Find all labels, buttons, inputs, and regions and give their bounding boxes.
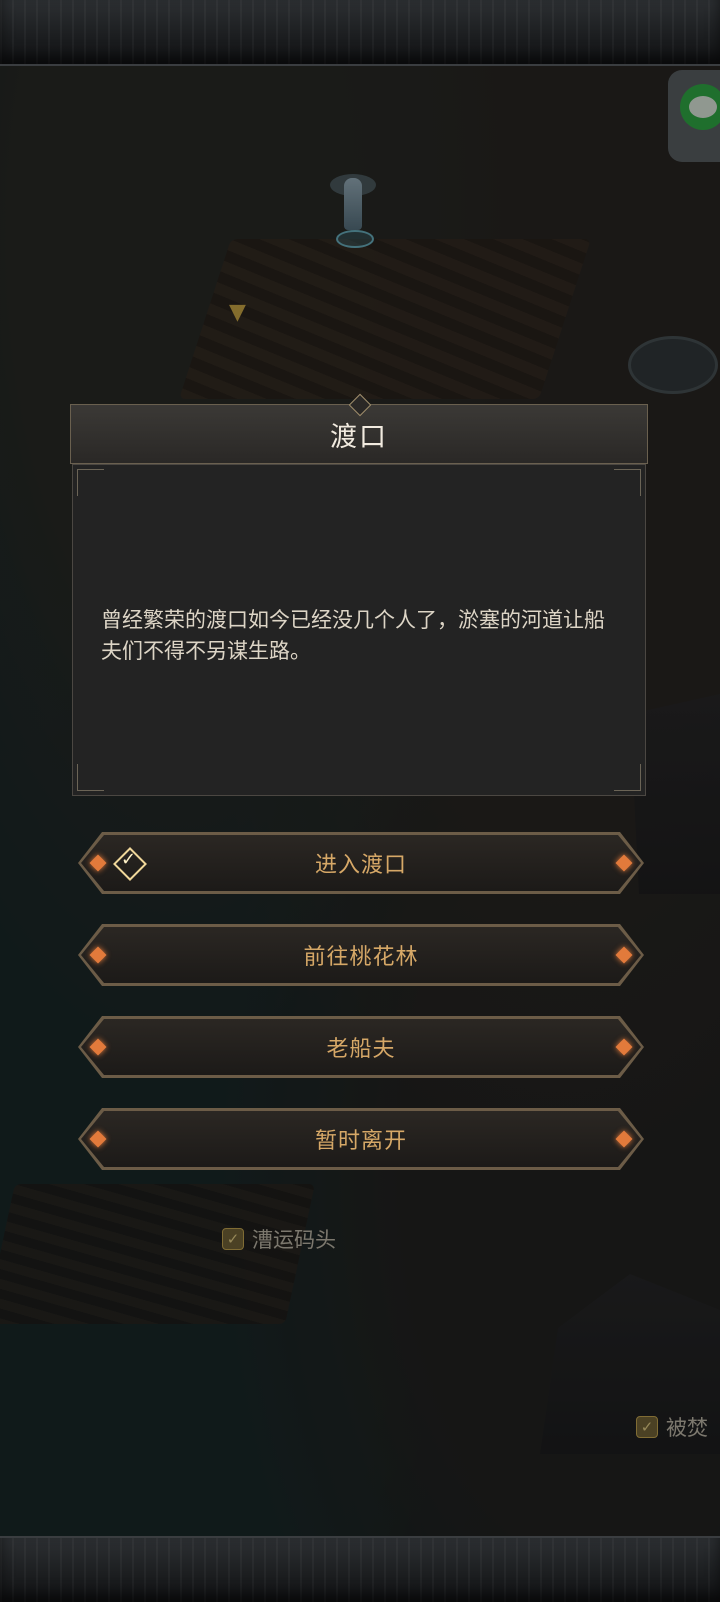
bottom-frame-bar [0,1536,720,1602]
quest-check-icon: ✓ [112,846,147,881]
dialog-body: 曾经繁荣的渡口如今已经没几个人了，淤塞的河道让船夫们不得不另谋生路。 [72,464,646,796]
option-peach-forest-button[interactable]: 前往桃花林 [78,924,644,986]
option-enter-ferry-button[interactable]: ✓ 进入渡口 [78,832,644,894]
option-label: 老船夫 [326,1037,396,1062]
dialog-title: 渡口 [330,421,388,453]
option-old-boatman-button[interactable]: 老船夫 [78,1016,644,1078]
location-dialog: 渡口 曾经繁荣的渡口如今已经没几个人了，淤塞的河道让船夫们不得不另谋生路。 [70,393,648,796]
top-frame-bar [0,0,720,66]
option-label: 前往桃花林 [303,945,419,970]
option-label: 暂时离开 [314,1129,407,1154]
option-label: 进入渡口 [314,853,407,878]
dialog-header: 渡口 [70,393,648,464]
modal-overlay [0,64,720,1536]
option-leave-button[interactable]: 暂时离开 [78,1108,644,1170]
dialog-description: 曾经繁荣的渡口如今已经没几个人了，淤塞的河道让船夫们不得不另谋生路。 [101,608,605,663]
